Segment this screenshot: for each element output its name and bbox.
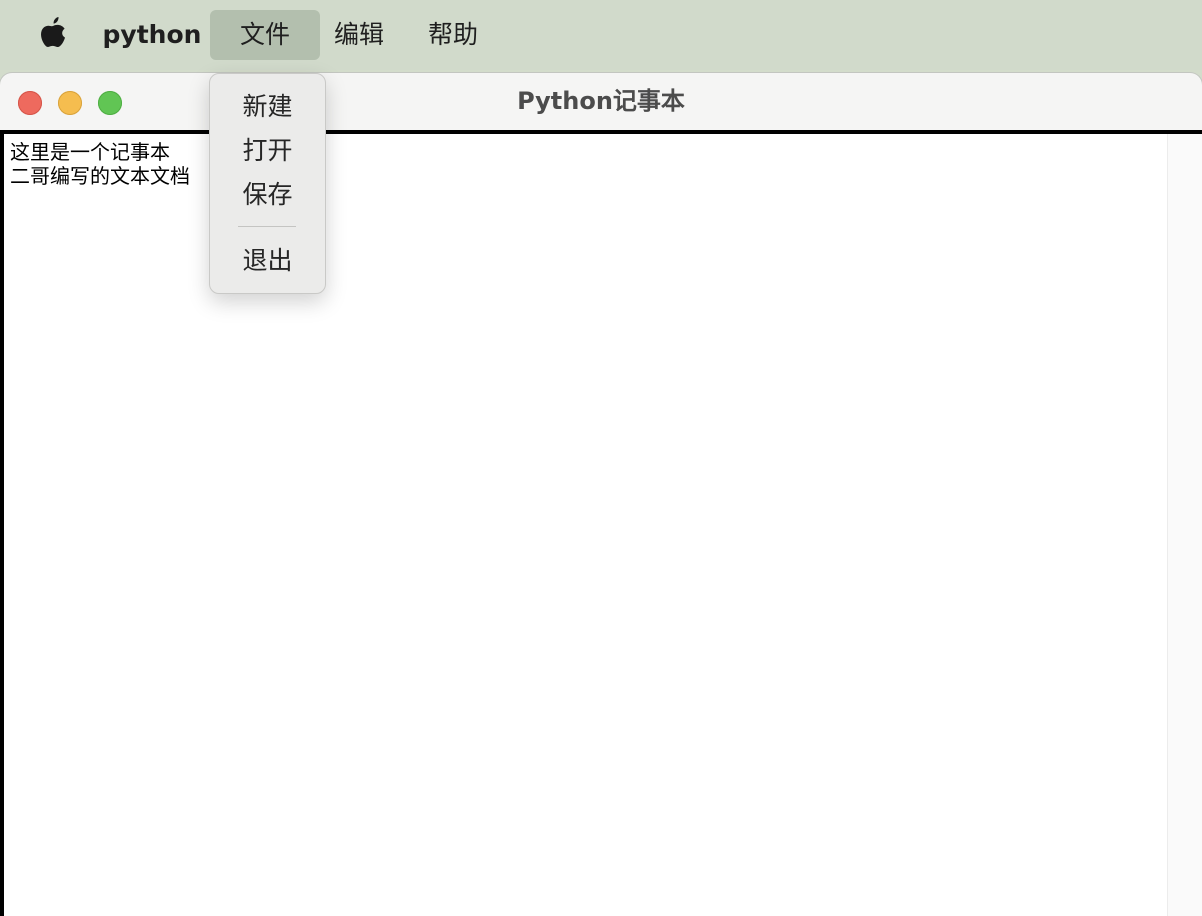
- menu-item-save[interactable]: 保存: [210, 175, 325, 215]
- apple-icon[interactable]: [38, 15, 68, 53]
- menubar-item-help[interactable]: 帮助: [412, 10, 494, 60]
- menu-item-quit[interactable]: 退出: [210, 241, 325, 281]
- menu-item-new[interactable]: 新建: [210, 87, 325, 127]
- menu-separator: [238, 226, 296, 227]
- menu-bar: python 文件 编辑 帮助: [0, 0, 1202, 70]
- menu-item-open[interactable]: 打开: [210, 131, 325, 171]
- notepad-window: Python记事本 这里是一个记事本 二哥编写的文本文档: [0, 73, 1202, 916]
- file-menu-dropdown: 新建 打开 保存 退出: [209, 73, 326, 294]
- editor-content[interactable]: 这里是一个记事本 二哥编写的文本文档: [10, 140, 190, 188]
- menubar-item-edit[interactable]: 编辑: [320, 10, 398, 60]
- menubar-app-name[interactable]: python: [98, 10, 206, 60]
- window-title: Python记事本: [517, 87, 685, 115]
- text-editor[interactable]: 这里是一个记事本 二哥编写的文本文档: [0, 130, 1202, 916]
- vertical-scrollbar[interactable]: [1167, 134, 1202, 916]
- menubar-item-file[interactable]: 文件: [210, 10, 320, 60]
